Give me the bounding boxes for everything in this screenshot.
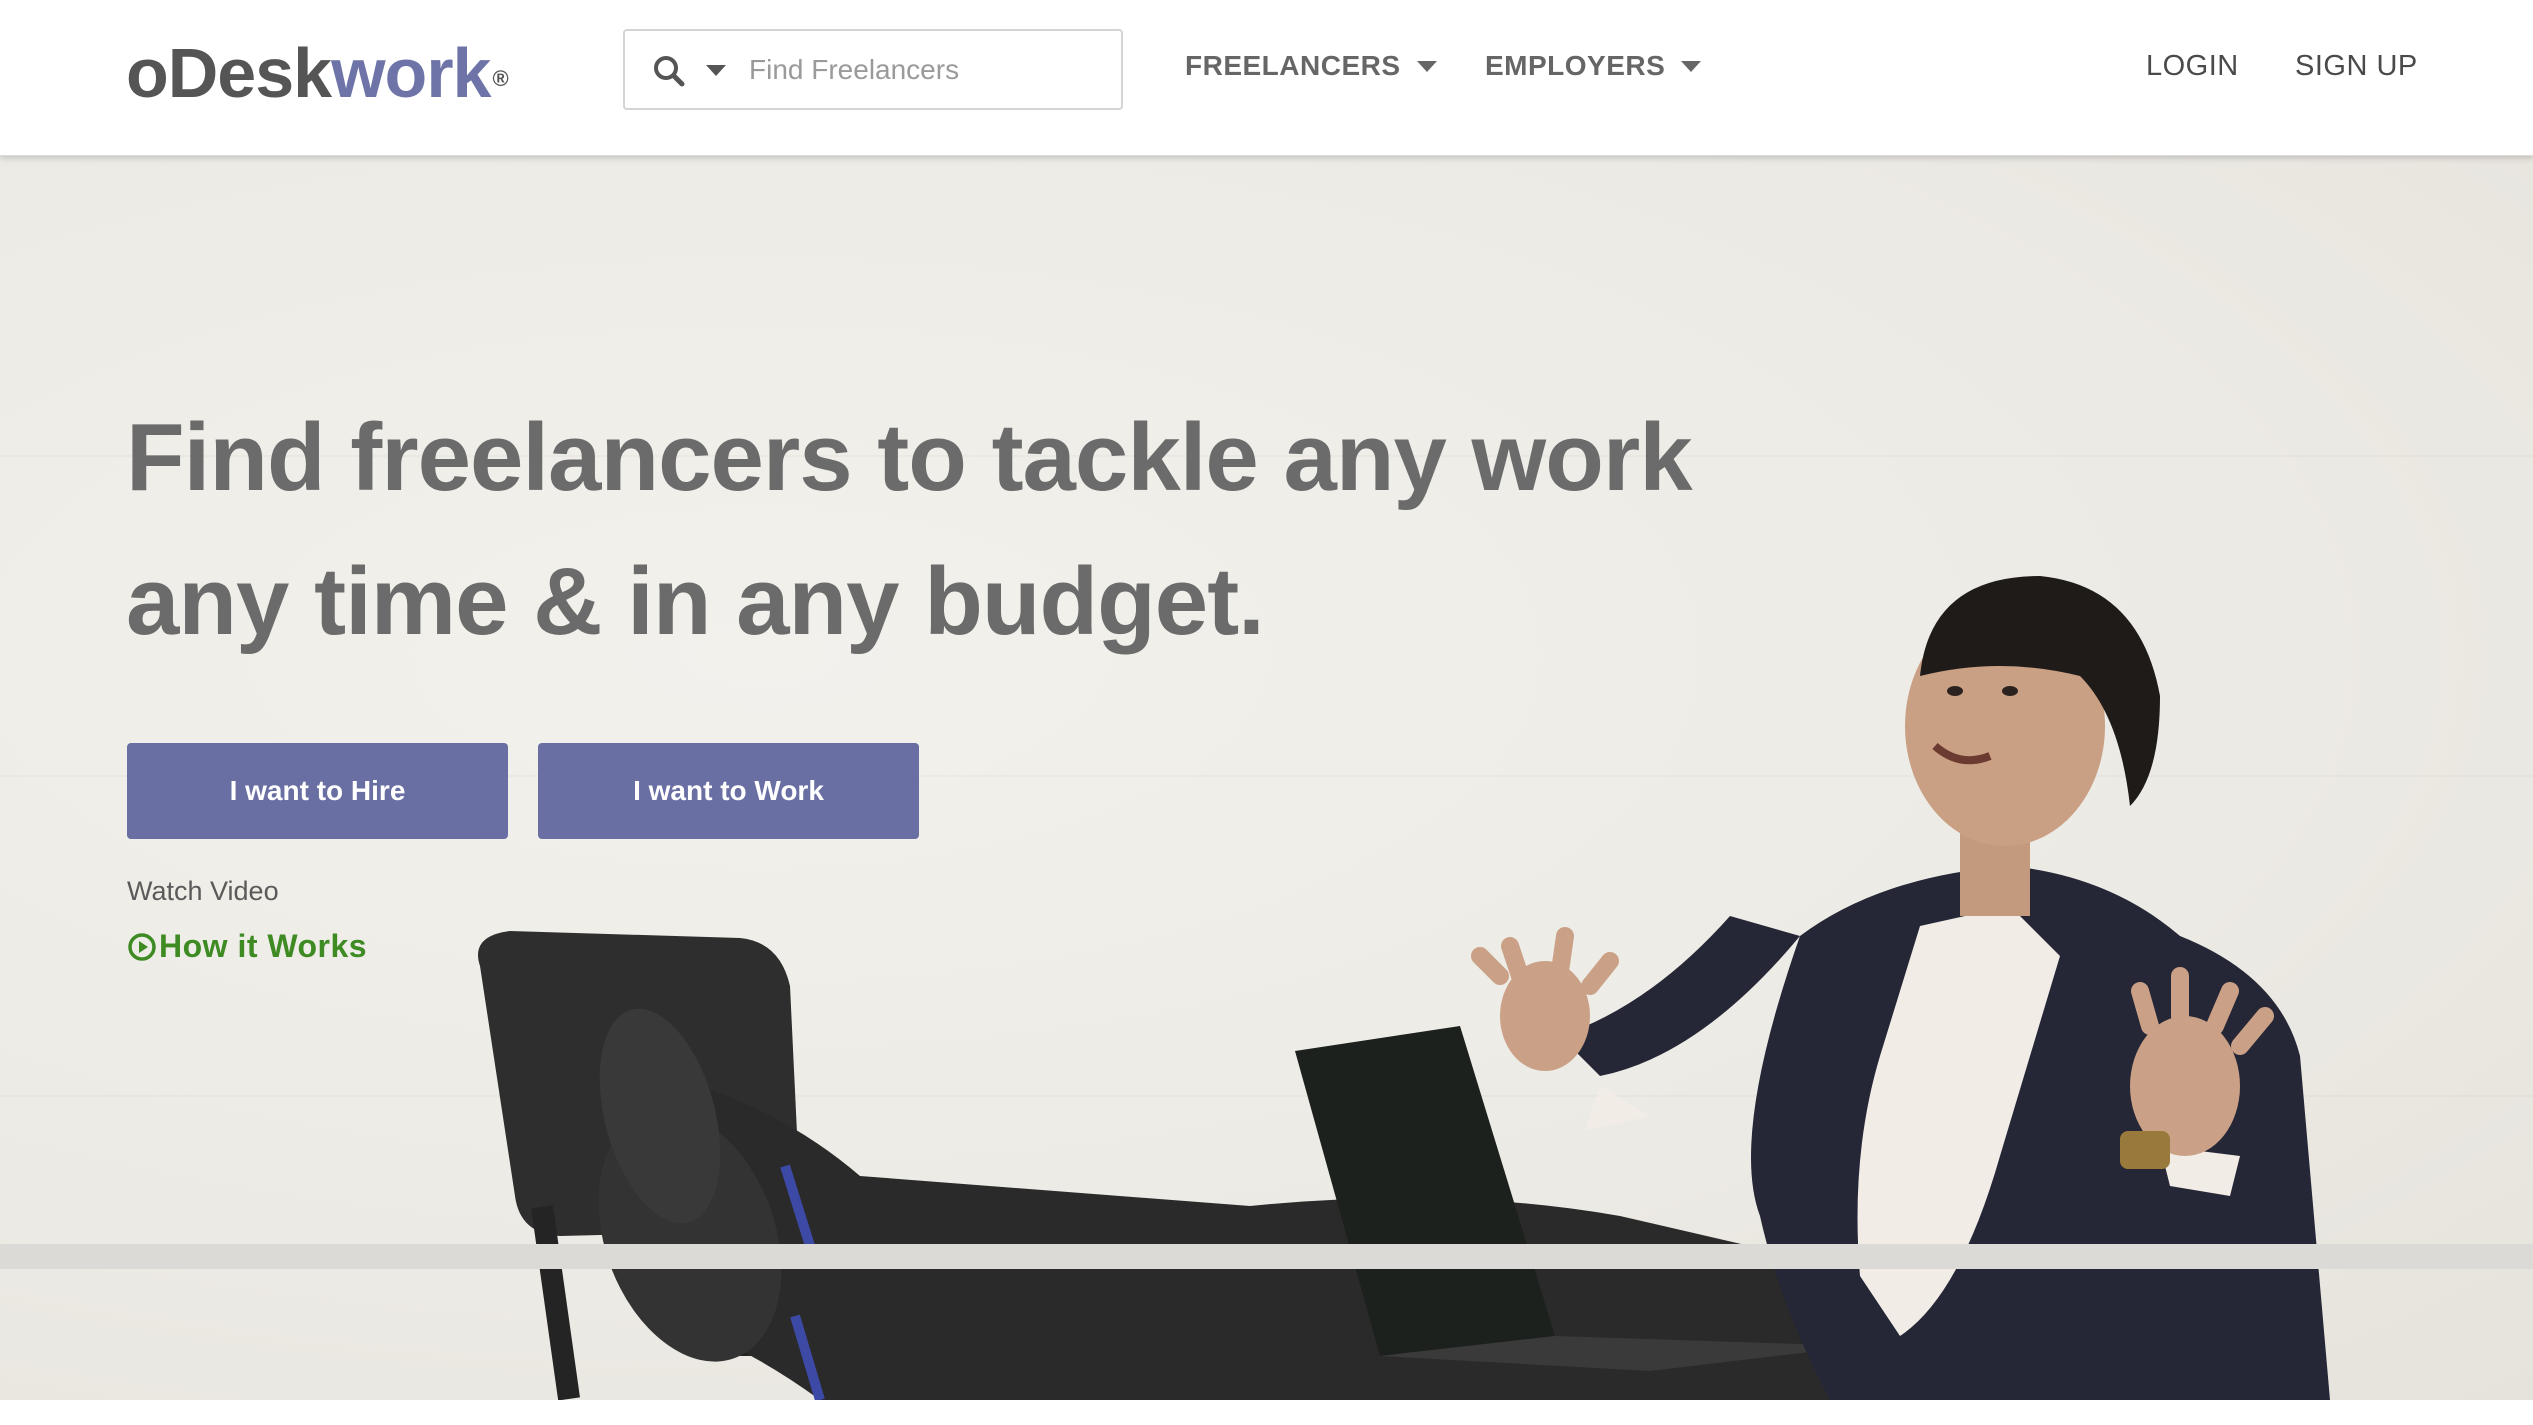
page-bottom-edge (0, 1244, 2533, 1269)
chevron-down-icon (1681, 61, 1702, 72)
logo-text-odesk: oDesk (126, 34, 332, 112)
play-circle-icon (128, 932, 156, 961)
hire-button[interactable]: I want to Hire (127, 743, 508, 839)
employers-menu[interactable]: EMPLOYERS (1485, 50, 1702, 82)
logo-text-work: work (331, 34, 491, 112)
caret-down-icon[interactable] (706, 63, 726, 77)
search-icon[interactable] (651, 53, 687, 89)
search-box[interactable] (623, 29, 1123, 110)
login-link[interactable]: LOGIN (2146, 50, 2239, 83)
work-button[interactable]: I want to Work (538, 743, 919, 839)
chevron-down-icon (1416, 61, 1437, 72)
hero-section: Find freelancers to tackle any work any … (0, 156, 2533, 1400)
freelancers-menu[interactable]: FREELANCERS (1185, 50, 1437, 82)
employers-menu-label: EMPLOYERS (1485, 50, 1666, 81)
how-it-works-link[interactable]: How it Works (127, 928, 367, 965)
hero-headline: Find freelancers to tackle any work any … (126, 404, 1693, 655)
how-it-works-label: How it Works (159, 928, 368, 964)
freelancers-menu-label: FREELANCERS (1185, 50, 1401, 81)
odeskwork-logo[interactable]: oDeskwork® (126, 34, 509, 112)
signup-link[interactable]: SIGN UP (2295, 50, 2418, 83)
registered-mark: ® (492, 66, 509, 91)
watch-video-label: Watch Video (127, 876, 279, 906)
top-navbar: oDeskwork® FREELANCERS EMPLOYERS LOGIN S… (0, 0, 2533, 156)
search-input[interactable] (747, 45, 1107, 95)
